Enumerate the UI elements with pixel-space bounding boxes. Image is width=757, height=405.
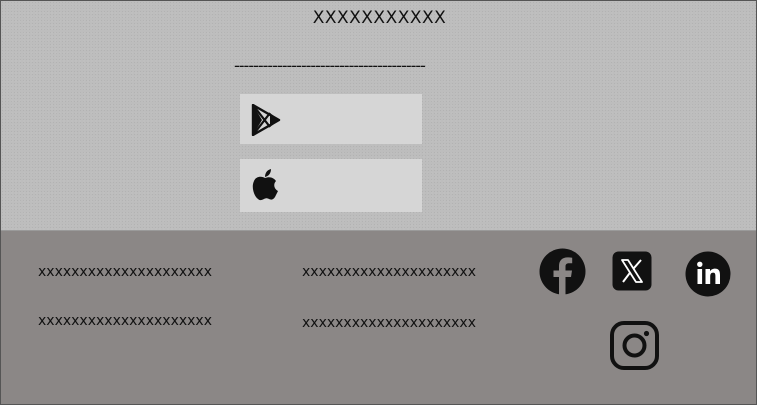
instagram-icon[interactable] bbox=[609, 320, 660, 371]
page-frame: XXXXXXXXXXX ----------------------------… bbox=[0, 0, 757, 405]
footer: xxxxxxxxxxxxxxxxxxxxx xxxxxxxxxxxxxxxxxx… bbox=[1, 231, 756, 404]
google-play-icon bbox=[251, 104, 281, 136]
footer-link[interactable]: xxxxxxxxxxxxxxxxxxxxx bbox=[38, 313, 212, 329]
app-download-section: XXXXXXXXXXX ----------------------------… bbox=[1, 1, 756, 231]
footer-link[interactable]: xxxxxxxxxxxxxxxxxxxxx bbox=[302, 264, 476, 280]
facebook-icon[interactable] bbox=[539, 248, 586, 295]
linkedin-icon[interactable] bbox=[685, 251, 731, 297]
google-play-button[interactable] bbox=[240, 94, 422, 144]
footer-link[interactable]: xxxxxxxxxxxxxxxxxxxxx bbox=[38, 264, 212, 280]
x-icon[interactable] bbox=[612, 251, 652, 291]
dashed-divider: ---------------------------------------- bbox=[234, 56, 426, 75]
footer-link[interactable]: xxxxxxxxxxxxxxxxxxxxx bbox=[302, 315, 476, 331]
apple-icon bbox=[252, 169, 278, 201]
app-store-button[interactable] bbox=[240, 159, 422, 212]
page-title: XXXXXXXXXXX bbox=[312, 8, 447, 28]
